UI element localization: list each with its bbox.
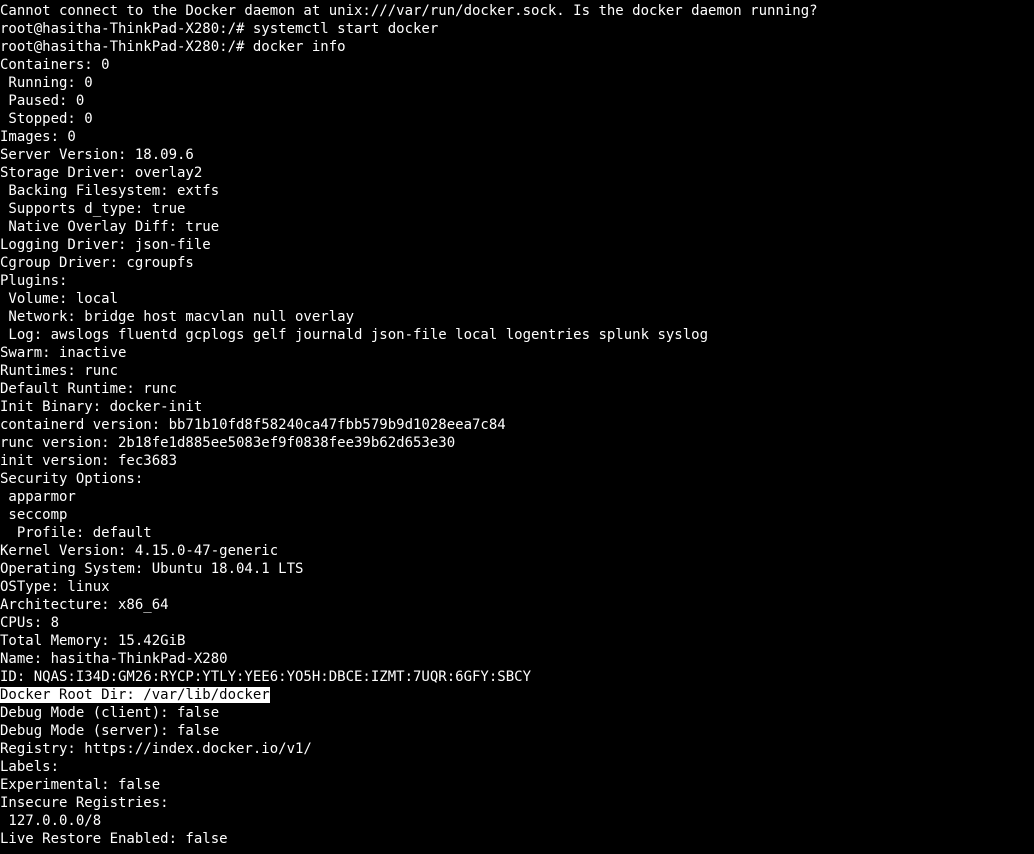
highlighted-text: Docker Root Dir: /var/lib/docker	[0, 687, 270, 703]
terminal-line: Stopped: 0	[0, 110, 1034, 128]
terminal-line: Cannot connect to the Docker daemon at u…	[0, 2, 1034, 20]
terminal-line: init version: fec3683	[0, 452, 1034, 470]
terminal-line: Init Binary: docker-init	[0, 398, 1034, 416]
terminal-line: Storage Driver: overlay2	[0, 164, 1034, 182]
terminal-line: root@hasitha-ThinkPad-X280:/# docker inf…	[0, 38, 1034, 56]
terminal-line: root@hasitha-ThinkPad-X280:/# systemctl …	[0, 20, 1034, 38]
terminal-line: Backing Filesystem: extfs	[0, 182, 1034, 200]
terminal-line: Registry: https://index.docker.io/v1/	[0, 740, 1034, 758]
terminal-line: seccomp	[0, 506, 1034, 524]
terminal-line: 127.0.0.0/8	[0, 812, 1034, 830]
terminal-line: Name: hasitha-ThinkPad-X280	[0, 650, 1034, 668]
terminal-line: Default Runtime: runc	[0, 380, 1034, 398]
terminal-line: Logging Driver: json-file	[0, 236, 1034, 254]
terminal-line: Paused: 0	[0, 92, 1034, 110]
terminal-output[interactable]: Cannot connect to the Docker daemon at u…	[0, 0, 1034, 848]
terminal-line: Experimental: false	[0, 776, 1034, 794]
terminal-line: Debug Mode (server): false	[0, 722, 1034, 740]
terminal-line: Network: bridge host macvlan null overla…	[0, 308, 1034, 326]
terminal-line: Cgroup Driver: cgroupfs	[0, 254, 1034, 272]
terminal-line: Volume: local	[0, 290, 1034, 308]
terminal-line: Native Overlay Diff: true	[0, 218, 1034, 236]
terminal-line: Profile: default	[0, 524, 1034, 542]
terminal-line: Swarm: inactive	[0, 344, 1034, 362]
terminal-line: Security Options:	[0, 470, 1034, 488]
terminal-line: Supports d_type: true	[0, 200, 1034, 218]
terminal-line: ID: NQAS:I34D:GM26:RYCP:YTLY:YEE6:YO5H:D…	[0, 668, 1034, 686]
terminal-line: Debug Mode (client): false	[0, 704, 1034, 722]
terminal-line: Containers: 0	[0, 56, 1034, 74]
terminal-line: apparmor	[0, 488, 1034, 506]
terminal-line: Log: awslogs fluentd gcplogs gelf journa…	[0, 326, 1034, 344]
terminal-line: Running: 0	[0, 74, 1034, 92]
terminal-line: Docker Root Dir: /var/lib/docker	[0, 686, 1034, 704]
terminal-line: runc version: 2b18fe1d885ee5083ef9f0838f…	[0, 434, 1034, 452]
terminal-line: Kernel Version: 4.15.0-47-generic	[0, 542, 1034, 560]
terminal-line: Total Memory: 15.42GiB	[0, 632, 1034, 650]
terminal-line: Labels:	[0, 758, 1034, 776]
terminal-line: OSType: linux	[0, 578, 1034, 596]
terminal-line: Operating System: Ubuntu 18.04.1 LTS	[0, 560, 1034, 578]
terminal-line: Runtimes: runc	[0, 362, 1034, 380]
terminal-line: containerd version: bb71b10fd8f58240ca47…	[0, 416, 1034, 434]
terminal-line: Live Restore Enabled: false	[0, 830, 1034, 848]
terminal-line: Plugins:	[0, 272, 1034, 290]
terminal-line: Architecture: x86_64	[0, 596, 1034, 614]
terminal-line: Server Version: 18.09.6	[0, 146, 1034, 164]
terminal-line: Insecure Registries:	[0, 794, 1034, 812]
terminal-line: Images: 0	[0, 128, 1034, 146]
terminal-line: CPUs: 8	[0, 614, 1034, 632]
